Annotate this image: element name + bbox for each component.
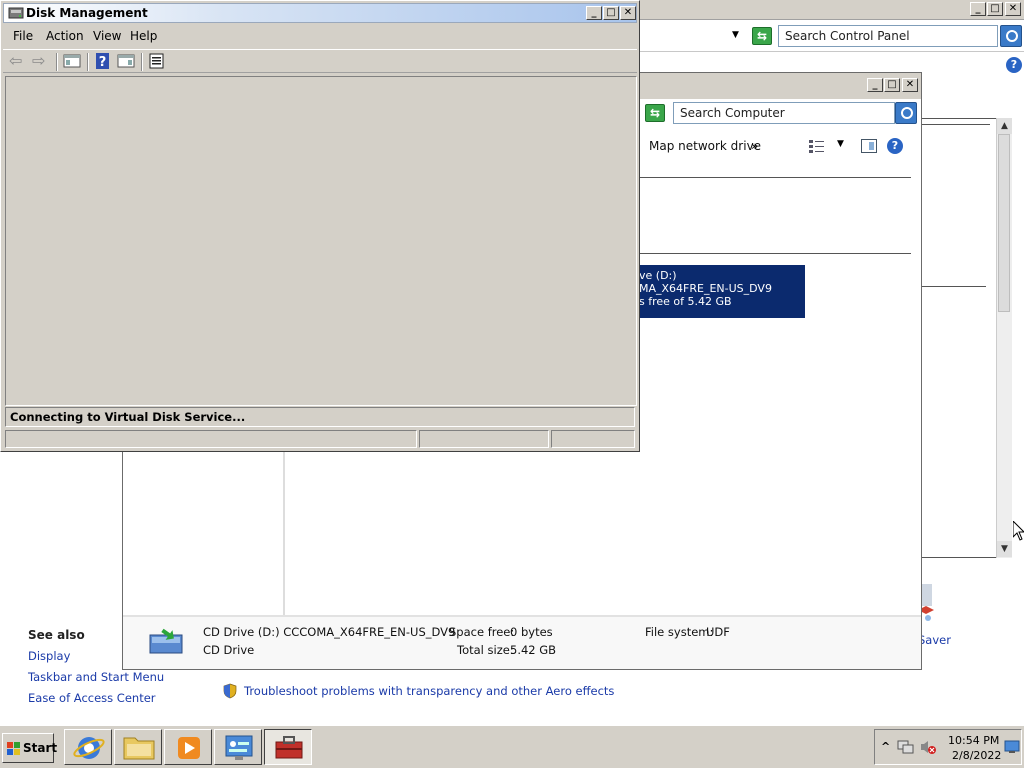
- toolbox-icon: [275, 736, 303, 759]
- folder-icon: [123, 737, 155, 760]
- comp-minimize-button[interactable]: _: [867, 78, 883, 92]
- details-pane: CD Drive (D:) CCCOMA_X64FRE_EN-US_DV9 CD…: [123, 615, 921, 669]
- comp-close-button[interactable]: ✕: [902, 78, 918, 92]
- disk-management-titlebar[interactable]: Disk Management _ □ ✕: [3, 3, 637, 23]
- toolbar-separator: [141, 53, 143, 71]
- toolbar-separator: [56, 53, 58, 71]
- connecting-status-text: Connecting to Virtual Disk Service...: [5, 407, 635, 427]
- cd-drive-icon: [149, 628, 183, 654]
- details-file-system-value: UDF: [706, 625, 730, 639]
- comp-search-icon[interactable]: [895, 102, 917, 124]
- more-commands-button[interactable]: »: [751, 139, 758, 153]
- details-file-system-label: File system:: [645, 625, 714, 639]
- troubleshoot-aero-link[interactable]: Troubleshoot problems with transparency …: [244, 684, 614, 698]
- cp-close-button[interactable]: ✕: [1005, 2, 1021, 16]
- status-bar-cell: [5, 430, 417, 448]
- disk-management-toolbar: ⇦ ⇨ ?: [3, 49, 637, 73]
- cd-drive-tile[interactable]: ve (D:) MA_X64FRE_EN-US_DV9 s free of 5.…: [637, 265, 805, 318]
- scroll-up-icon[interactable]: ▲: [997, 118, 1012, 134]
- windows-logo-icon: [7, 742, 20, 755]
- see-also-display-link[interactable]: Display: [28, 649, 70, 663]
- show-hide-action-pane-icon[interactable]: [117, 53, 135, 69]
- details-drive-type: CD Drive: [203, 643, 255, 657]
- see-also-taskbar-link[interactable]: Taskbar and Start Menu: [28, 670, 164, 684]
- taskbar: Start ^ 10:54 PM 2/8/2022: [0, 725, 1024, 768]
- internet-explorer-icon: [73, 737, 105, 759]
- dm-close-button[interactable]: ✕: [620, 6, 636, 20]
- details-total-size-value: 5.42 GB: [510, 643, 557, 657]
- dm-maximize-button[interactable]: □: [603, 6, 619, 20]
- disk-management-app-icon: [8, 7, 24, 19]
- windows-explorer-taskbar-button[interactable]: [114, 729, 162, 765]
- disk-management-menubar: File Action View Help: [3, 25, 637, 49]
- group-divider: [639, 177, 911, 178]
- details-space-free-value: 0 bytes: [510, 625, 553, 639]
- view-options-dropdown-icon[interactable]: ▼: [837, 139, 844, 149]
- svg-text:?: ?: [99, 55, 107, 69]
- details-drive-name: CD Drive (D:) CCCOMA_X64FRE_EN-US_DV9: [203, 625, 456, 639]
- clock-date[interactable]: 2/8/2022: [952, 749, 1001, 762]
- comp-help-icon[interactable]: ?: [887, 138, 903, 154]
- drive-tile-space: s free of 5.42 GB: [639, 295, 732, 308]
- help-icon[interactable]: ?: [94, 53, 112, 69]
- media-player-icon: [178, 737, 200, 759]
- start-label: Start: [23, 741, 58, 755]
- menu-file[interactable]: File: [13, 29, 33, 43]
- preview-pane-icon[interactable]: [861, 139, 877, 153]
- mouse-cursor-icon: [1013, 521, 1024, 541]
- comp-search-input[interactable]: Search Computer: [673, 102, 895, 124]
- cp-search-icon[interactable]: [1000, 25, 1022, 47]
- status-bar-cell: [551, 430, 635, 448]
- menu-action[interactable]: Action: [46, 29, 84, 43]
- clock-time[interactable]: 10:54 PM: [948, 734, 999, 747]
- cp-help-icon[interactable]: ?: [1006, 57, 1022, 73]
- volume-muted-icon[interactable]: [919, 739, 937, 755]
- disk-management-title: Disk Management: [26, 6, 148, 20]
- divider: [920, 286, 986, 287]
- drive-tile-label: MA_X64FRE_EN-US_DV9: [639, 282, 772, 295]
- details-total-size-label: Total size:: [457, 643, 514, 657]
- status-bar-cell: [419, 430, 549, 448]
- cp-search-input[interactable]: Search Control Panel: [778, 25, 998, 47]
- internet-explorer-taskbar-button[interactable]: [64, 729, 112, 765]
- drive-tile-name: ve (D:): [639, 269, 677, 282]
- cp-refresh-icon[interactable]: ⇆: [752, 27, 772, 45]
- dm-minimize-button[interactable]: _: [586, 6, 602, 20]
- see-also-heading: See also: [28, 628, 85, 642]
- divider: [920, 124, 990, 125]
- disk-management-content-area: [5, 76, 637, 406]
- comp-maximize-button[interactable]: □: [884, 78, 900, 92]
- shield-icon: [223, 683, 237, 699]
- show-hide-console-tree-icon[interactable]: [63, 53, 81, 69]
- group-divider: [639, 253, 911, 254]
- see-also-ease-of-access-link[interactable]: Ease of Access Center: [28, 691, 156, 705]
- comp-refresh-icon[interactable]: ⇆: [645, 104, 665, 122]
- forward-arrow-icon[interactable]: ⇨: [32, 53, 45, 69]
- details-space-free-label: Space free:: [449, 625, 515, 639]
- toolbar-separator: [87, 53, 89, 71]
- computer-management-taskbar-button[interactable]: [264, 729, 312, 765]
- control-panel-icon: [225, 735, 253, 760]
- media-player-taskbar-button[interactable]: [164, 729, 212, 765]
- menu-help[interactable]: Help: [130, 29, 157, 43]
- show-hidden-icons-button[interactable]: ^: [881, 740, 890, 753]
- scrollbar-thumb[interactable]: [998, 134, 1010, 312]
- control-panel-taskbar-button[interactable]: [214, 729, 262, 765]
- scroll-down-icon[interactable]: ▼: [997, 541, 1012, 557]
- network-icon[interactable]: [897, 739, 915, 755]
- cp-maximize-button[interactable]: □: [987, 2, 1003, 16]
- start-button[interactable]: Start: [2, 733, 58, 763]
- screen-saver-link[interactable]: Saver: [918, 633, 951, 647]
- show-desktop-icon[interactable]: [1004, 740, 1020, 754]
- back-arrow-icon[interactable]: ⇦: [9, 53, 22, 69]
- map-network-drive-button[interactable]: Map network drive: [649, 139, 761, 153]
- change-view-icon[interactable]: [809, 139, 825, 153]
- properties-icon[interactable]: [148, 53, 166, 69]
- address-dropdown-icon[interactable]: ▼: [732, 30, 739, 40]
- menu-view[interactable]: View: [93, 29, 121, 43]
- disk-management-window: Disk Management _ □ ✕ File Action View H…: [0, 0, 640, 452]
- cp-minimize-button[interactable]: _: [970, 2, 986, 16]
